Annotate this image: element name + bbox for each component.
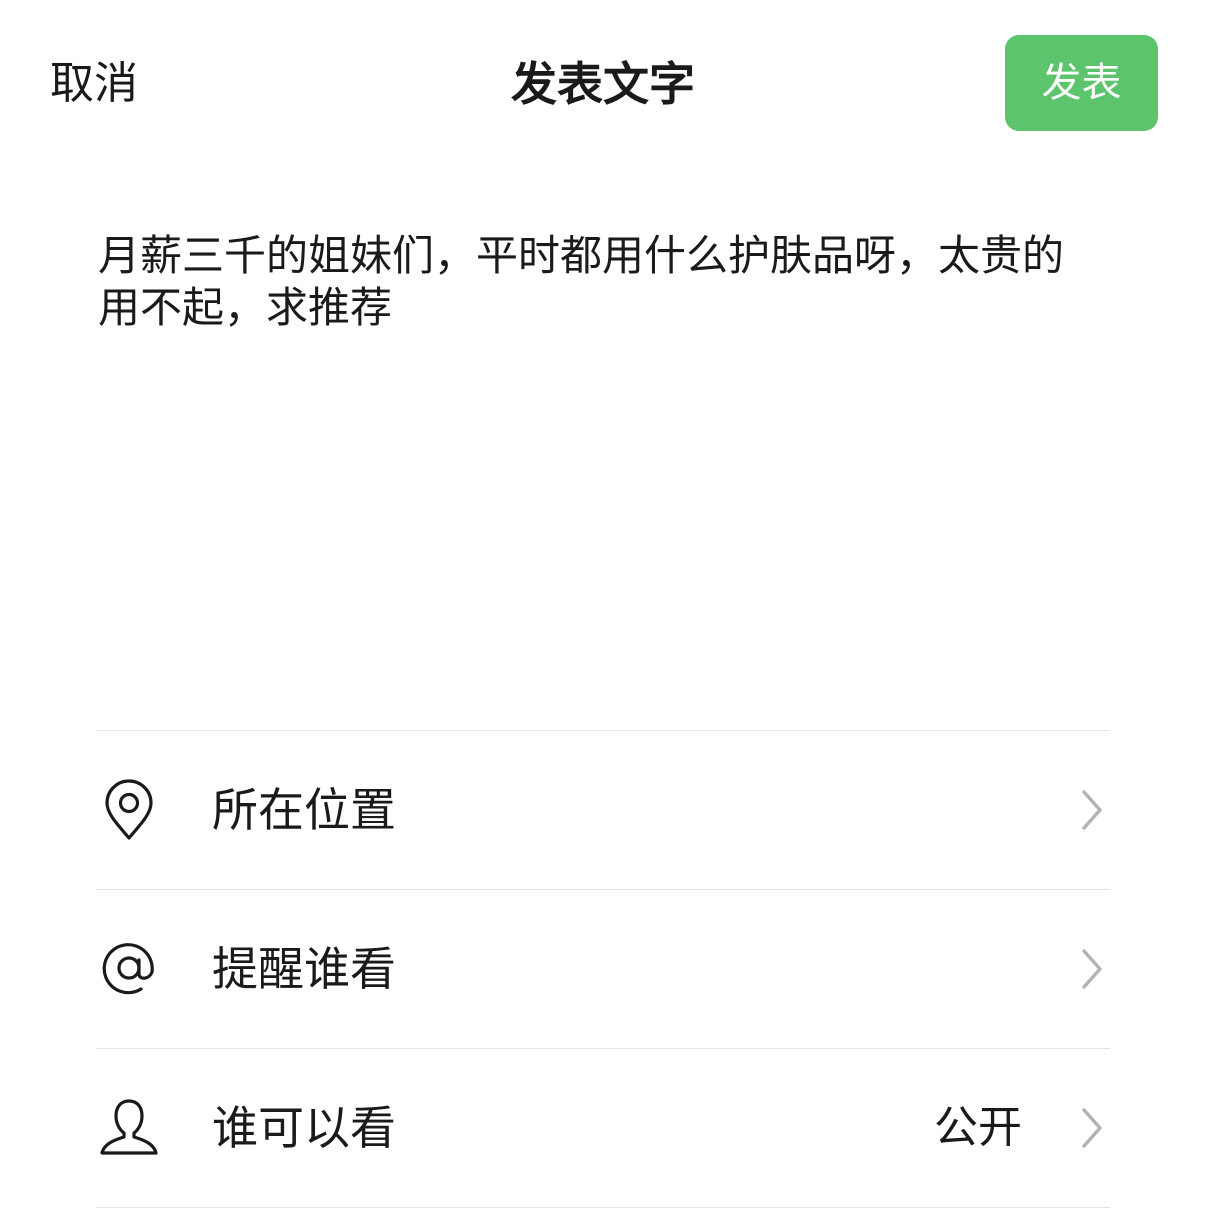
at-sign-icon xyxy=(96,936,162,1002)
person-icon xyxy=(96,1095,162,1161)
mention-option[interactable]: 提醒谁看 xyxy=(96,890,1110,1048)
post-text-page: 取消 发表文字 发表 月薪三千的姐妹们，平时都用什么护肤品呀，太贵的用不起，求推… xyxy=(0,0,1206,1227)
visibility-option-label: 谁可以看 xyxy=(212,1101,396,1155)
post-button[interactable]: 发表 xyxy=(1005,35,1158,131)
top-bar: 取消 发表文字 发表 xyxy=(0,0,1206,170)
location-option[interactable]: 所在位置 xyxy=(96,731,1110,889)
post-options-list: 所在位置 提醒谁看 谁可以看 公开 xyxy=(96,730,1110,1208)
chevron-right-icon xyxy=(1078,947,1106,991)
post-text-input[interactable]: 月薪三千的姐妹们，平时都用什么护肤品呀，太贵的用不起，求推荐 xyxy=(98,230,1098,334)
chevron-right-icon xyxy=(1078,1106,1106,1150)
visibility-option[interactable]: 谁可以看 公开 xyxy=(96,1049,1110,1207)
mention-option-label: 提醒谁看 xyxy=(212,942,396,996)
location-pin-icon xyxy=(96,777,162,843)
location-option-label: 所在位置 xyxy=(212,783,396,837)
divider xyxy=(96,1207,1110,1208)
visibility-value: 公开 xyxy=(934,1102,1022,1153)
chevron-right-icon xyxy=(1078,788,1106,832)
